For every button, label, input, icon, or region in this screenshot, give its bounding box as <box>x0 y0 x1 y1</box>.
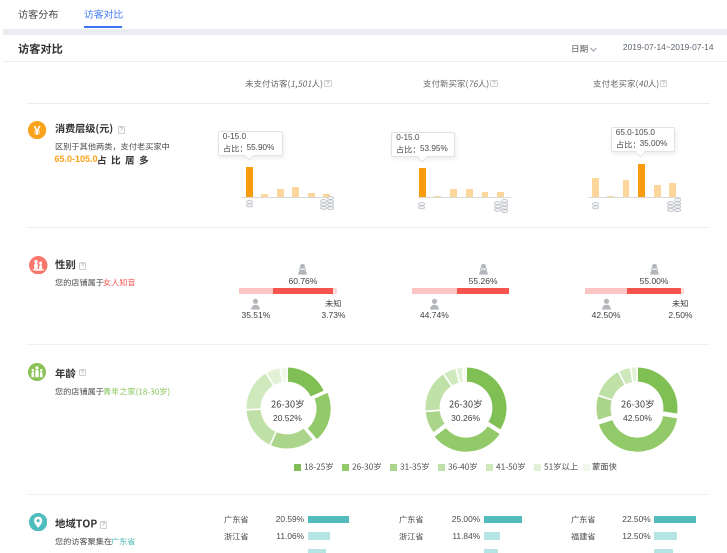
svg-text:¥: ¥ <box>33 124 40 138</box>
